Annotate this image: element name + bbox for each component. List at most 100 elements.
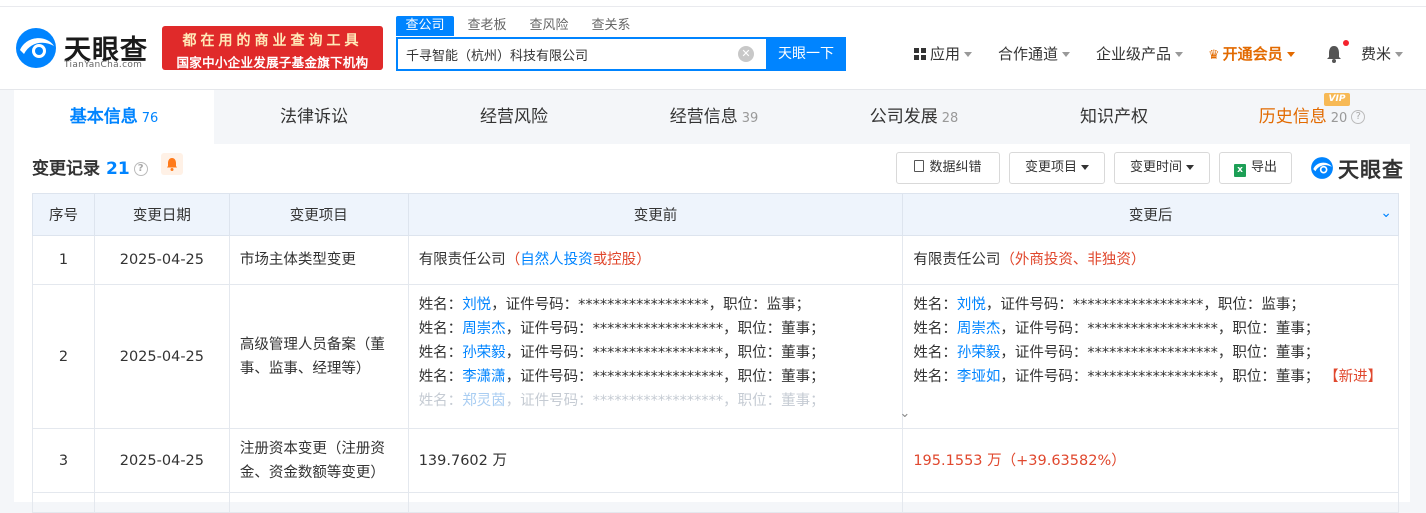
- label-text: 姓名：: [418, 393, 463, 409]
- subscribe-bell-button[interactable]: [161, 153, 183, 175]
- person-line: 姓名：孙荣毅，证件号码：******************，职位：董事；: [913, 341, 1388, 365]
- clear-icon[interactable]: ✕: [738, 46, 754, 62]
- vip-badge: VIP: [1324, 93, 1350, 106]
- promo-banner[interactable]: 都在用的商业查询工具 国家中小企业发展子基金旗下机构: [162, 26, 383, 70]
- excel-icon: x: [1233, 164, 1246, 177]
- nav-vip[interactable]: ♛ 开通会员: [1208, 44, 1295, 64]
- label-text: 姓名：: [913, 321, 957, 337]
- person-detail: ，证件号码：******************，职位：董事；: [505, 393, 825, 409]
- user-name: 费米: [1361, 45, 1392, 63]
- person-detail: ，证件号码：******************，职位：董事；: [505, 369, 825, 385]
- person-detail: ，证件号码：******************，职位：董事；: [1000, 345, 1320, 361]
- divider: [0, 6, 1426, 7]
- tianyancha-logo-icon: [16, 28, 56, 68]
- person-detail: ，证件号码：******************，职位：董事；: [505, 321, 825, 337]
- nav-apps[interactable]: 应用: [914, 44, 973, 64]
- tab-operation[interactable]: 经营信息 39: [614, 90, 814, 144]
- before-link[interactable]: 自然人投资: [520, 252, 593, 268]
- person-link[interactable]: 孙荣毅: [957, 345, 1001, 361]
- row-after: 姓名：刘悦，证件号码：******************，职位：监事； 姓名：…: [902, 284, 1399, 429]
- data-correction-button[interactable]: 数据纠错: [896, 152, 1000, 184]
- content-panel: 基本信息 76 法律诉讼 经营风险 经营信息 39 公司发展 28 知识产权 历史信息…: [14, 90, 1410, 513]
- tab-label: 基本信息: [69, 107, 138, 127]
- before-rest: 或控股: [592, 252, 637, 268]
- row-no: 1: [32, 235, 95, 285]
- label-text: 姓名：: [418, 297, 463, 313]
- tab-search-risk[interactable]: 查风险: [520, 16, 578, 36]
- row-before: 139.7602 万: [407, 428, 904, 493]
- person-line: 姓名：李潇潇，证件号码：******************，职位：董事；: [419, 365, 893, 389]
- tab-label: 历史信息: [1258, 107, 1327, 127]
- col-header-before: 变更前: [407, 193, 904, 236]
- label-text: 姓名：: [418, 369, 463, 385]
- table-row: [32, 492, 1399, 513]
- tianyancha-logo-icon: [1311, 157, 1333, 179]
- tab-label: 法律诉讼: [280, 107, 348, 127]
- chevron-down-icon: [1286, 52, 1295, 57]
- chevron-down-icon: [1062, 52, 1071, 57]
- label-text: 姓名：: [913, 369, 957, 385]
- tab-search-company[interactable]: 查公司: [396, 16, 454, 36]
- section-title-text: 变更记录: [32, 159, 100, 179]
- person-line: 姓名：郑灵茵，证件号码：******************，职位：董事；: [419, 389, 893, 413]
- person-link[interactable]: 李潇潇: [462, 369, 506, 385]
- row-after: 195.1553 万（+39.63582%）: [902, 428, 1399, 493]
- tab-ip[interactable]: 知识产权: [1014, 90, 1214, 144]
- col-header-date: 变更日期: [93, 193, 230, 236]
- tab-legal[interactable]: 法律诉讼: [214, 90, 414, 144]
- before-paren-close: ）: [636, 252, 651, 268]
- search-button[interactable]: 天眼一下: [766, 37, 846, 71]
- nav-channel[interactable]: 合作通道: [998, 44, 1071, 64]
- main-tabs: 基本信息 76 法律诉讼 经营风险 经营信息 39 公司发展 28 知识产权 历史信息…: [14, 90, 1410, 144]
- tab-basic-info[interactable]: 基本信息 76: [14, 90, 214, 144]
- chevron-down-icon: [1395, 52, 1404, 57]
- person-link[interactable]: 刘悦: [462, 297, 491, 313]
- row-item: 市场主体类型变更: [228, 235, 409, 285]
- tab-development[interactable]: 公司发展 28: [814, 90, 1014, 144]
- person-link[interactable]: 李垭如: [957, 369, 1001, 385]
- change-records-table: 序号 变更日期 变更项目 变更前 变更后 ⌄ 1 2025-04-25 市场主体类…: [32, 193, 1399, 513]
- notification-bell-icon[interactable]: [1326, 45, 1342, 63]
- nav-user[interactable]: 费米: [1361, 44, 1404, 64]
- export-button[interactable]: x 导出: [1219, 152, 1292, 184]
- row-after: 有限责任公司（外商投资、非独资）: [902, 235, 1399, 285]
- chevron-down-icon: [1186, 165, 1194, 170]
- section-title: 变更记录 21?: [32, 154, 148, 179]
- change-time-label: 变更时间: [1129, 160, 1182, 175]
- table-row: 3 2025-04-25 注册资本变更（注册资金、资金数额等变更） 139.76…: [32, 428, 1399, 493]
- nav-enterprise[interactable]: 企业级产品: [1096, 44, 1184, 64]
- tab-risk[interactable]: 经营风险: [414, 90, 614, 144]
- collapse-all-icon[interactable]: ⌄: [1380, 205, 1392, 221]
- export-label: 导出: [1250, 160, 1277, 175]
- col-header-item: 变更项目: [228, 193, 409, 236]
- brand-logo[interactable]: 天眼查 TianYanCha.com: [14, 26, 154, 74]
- person-link[interactable]: 周崇杰: [957, 321, 1001, 337]
- change-item-filter[interactable]: 变更项目: [1009, 152, 1105, 184]
- person-detail: ，证件号码：******************，职位：董事；: [505, 345, 825, 361]
- tab-label: 经营信息: [669, 107, 738, 127]
- top-bar: 天眼查 TianYanCha.com 都在用的商业查询工具 国家中小企业发展子基…: [0, 0, 1426, 90]
- label-text: 姓名：: [418, 345, 463, 361]
- expand-more-icon[interactable]: ⌄: [899, 402, 910, 426]
- tab-count: 28: [941, 111, 959, 126]
- col-header-after-label: 变更后: [1128, 208, 1173, 224]
- change-time-filter[interactable]: 变更时间: [1114, 152, 1210, 184]
- nav-vip-label: 开通会员: [1222, 45, 1283, 63]
- help-icon[interactable]: ?: [133, 162, 148, 176]
- col-header-no: 序号: [32, 193, 95, 236]
- person-link[interactable]: 郑灵茵: [462, 393, 506, 409]
- search-input[interactable]: [406, 39, 726, 69]
- help-icon[interactable]: ?: [1351, 110, 1366, 124]
- brand-domain: TianYanCha.com: [64, 60, 143, 70]
- crown-icon: ♛: [1208, 48, 1220, 63]
- person-link[interactable]: 刘悦: [957, 297, 986, 313]
- nav-apps-label: 应用: [930, 45, 961, 63]
- apps-grid-icon: [914, 48, 926, 60]
- tab-search-boss[interactable]: 查老板: [458, 16, 516, 36]
- tab-search-relation[interactable]: 查关系: [582, 16, 640, 36]
- tab-history[interactable]: 历史信息 20?: [1214, 90, 1410, 144]
- col-header-after: 变更后 ⌄: [902, 193, 1399, 236]
- person-link[interactable]: 周崇杰: [462, 321, 506, 337]
- person-line: 姓名：周崇杰，证件号码：******************，职位：董事；: [913, 317, 1388, 341]
- person-link[interactable]: 孙荣毅: [462, 345, 506, 361]
